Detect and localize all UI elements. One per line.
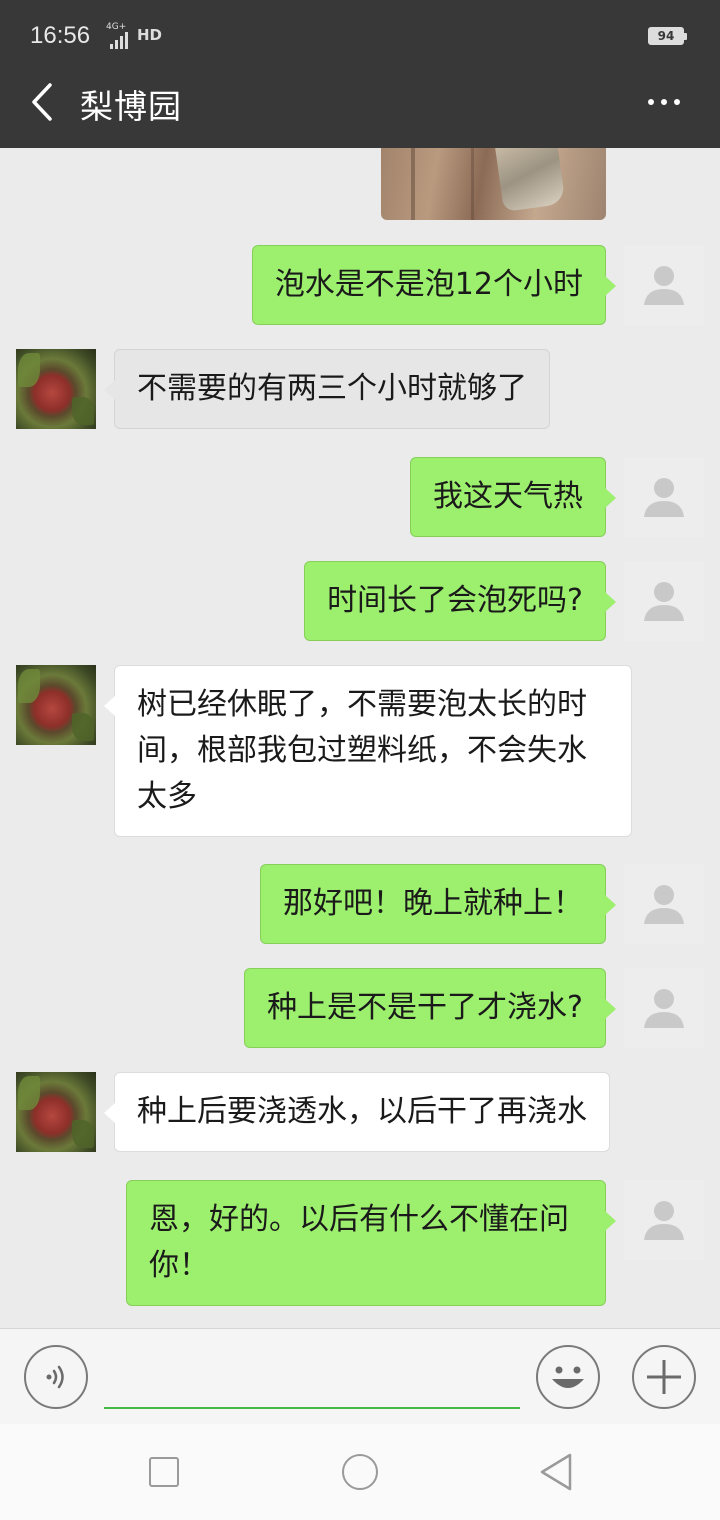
my-message-bubble[interactable]: 时间长了会泡死吗?: [304, 561, 616, 641]
my-message-bubble[interactable]: 那好吧！晚上就种上！: [260, 864, 616, 944]
more-dots-icon: [648, 99, 654, 105]
top-bar: 16:56 4G+ HD 94 梨博园: [0, 0, 720, 148]
chat-title: 梨博园: [80, 87, 182, 126]
default-avatar-icon: [644, 582, 684, 621]
square-icon[interactable]: [149, 1457, 179, 1487]
voice-icon: [46, 1365, 64, 1389]
my-avatar[interactable]: [624, 457, 704, 537]
my-avatar[interactable]: [624, 245, 704, 325]
hd-badge: HD: [137, 26, 163, 44]
status-time: 16:56: [30, 22, 91, 49]
my-message-bubble[interactable]: 泡水是不是泡12个小时: [251, 245, 617, 325]
default-avatar-icon: [644, 478, 684, 517]
emoji-icon: [552, 1366, 584, 1388]
contact-message-bubble[interactable]: 种上后要浇透水，以后干了再浇水: [104, 1072, 610, 1152]
default-avatar-icon: [644, 989, 684, 1028]
message-input[interactable]: [104, 1347, 520, 1409]
message-line: 你！: [149, 1248, 209, 1283]
default-avatar-icon: [644, 266, 684, 305]
plus-icon: [647, 1360, 681, 1394]
message-line: 恩，好的。以后有什么不懂在问: [149, 1202, 569, 1237]
my-message-bubble[interactable]: 恩，好的。以后有什么不懂在问 你！: [126, 1180, 616, 1306]
my-message-bubble[interactable]: 我这天气热: [410, 457, 616, 537]
triangle-back-icon[interactable]: [538, 1452, 574, 1492]
my-avatar[interactable]: [624, 1180, 704, 1260]
my-avatar[interactable]: [624, 864, 704, 944]
my-avatar[interactable]: [624, 968, 704, 1048]
contact-avatar[interactable]: [16, 349, 96, 429]
my-message-bubble[interactable]: 种上是不是干了才浇水?: [244, 968, 616, 1048]
input-bar: [0, 1328, 720, 1424]
message-line: 树已经休眠了，不需要泡太长的时: [137, 687, 587, 722]
message-line: 太多: [137, 779, 197, 814]
more-functions-button[interactable]: [632, 1345, 696, 1409]
default-avatar-icon: [644, 885, 684, 924]
chat-area[interactable]: 泡水是不是泡12个小时 不需要的有两三个小时就够了 我这天气热 时间长了会泡死吗…: [0, 148, 720, 1328]
default-avatar-icon: [644, 1201, 684, 1240]
back-button[interactable]: [22, 78, 62, 126]
my-avatar[interactable]: [624, 561, 704, 641]
more-button[interactable]: [640, 84, 688, 120]
contact-avatar[interactable]: [16, 665, 96, 745]
system-nav-bar: [0, 1424, 720, 1520]
contact-message-bubble[interactable]: 树已经休眠了，不需要泡太长的时 间，根部我包过塑料纸，不会失水 太多: [104, 665, 632, 837]
contact-message-bubble[interactable]: 不需要的有两三个小时就够了: [104, 349, 550, 429]
battery-icon: 94: [648, 27, 687, 45]
circle-icon[interactable]: [342, 1454, 378, 1490]
voice-button[interactable]: [24, 1345, 88, 1409]
message-line: 间，根部我包过塑料纸，不会失水: [137, 733, 587, 768]
image-message[interactable]: [381, 148, 606, 220]
contact-avatar[interactable]: [16, 1072, 96, 1152]
emoji-button[interactable]: [536, 1345, 600, 1409]
chevron-left-icon: [32, 83, 52, 121]
network-type: 4G+: [106, 22, 127, 32]
signal-icon: 4G+: [106, 22, 128, 49]
